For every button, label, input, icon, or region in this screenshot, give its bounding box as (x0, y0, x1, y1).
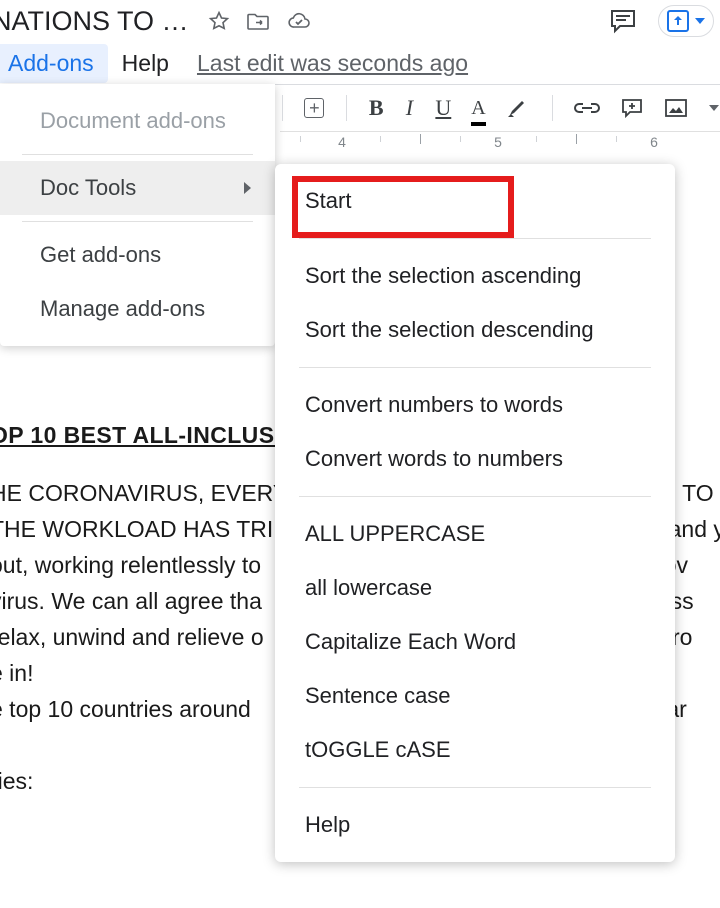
text-color-button[interactable]: A (471, 94, 485, 122)
submenu-sort-desc[interactable]: Sort the selection descending (275, 303, 675, 357)
upload-icon (667, 10, 689, 32)
menu-addons[interactable]: Add-ons (0, 44, 108, 83)
star-icon[interactable] (207, 9, 231, 33)
submenu-uppercase[interactable]: ALL UPPERCASE (275, 507, 675, 561)
add-comment-button[interactable] (620, 94, 644, 122)
submenu-capitalize-each[interactable]: Capitalize Each Word (275, 615, 675, 669)
menu-document-addons[interactable]: Document add-ons (0, 94, 275, 148)
menu-doc-tools[interactable]: Doc Tools (0, 161, 275, 215)
insert-image-button[interactable] (664, 94, 688, 122)
submenu-lowercase[interactable]: all lowercase (275, 561, 675, 615)
underline-button[interactable]: U (435, 94, 451, 122)
submenu-help[interactable]: Help (275, 798, 675, 852)
submenu-start[interactable]: Start (275, 174, 675, 228)
chevron-right-icon (244, 182, 251, 194)
submenu-sentence-case[interactable]: Sentence case (275, 669, 675, 723)
insert-link-button[interactable] (574, 94, 600, 122)
menu-help[interactable]: Help (108, 44, 183, 83)
submenu-words-to-num[interactable]: Convert words to numbers (275, 432, 675, 486)
share-button[interactable] (658, 5, 714, 37)
italic-button[interactable]: I (404, 94, 416, 122)
menu-get-addons[interactable]: Get add-ons (0, 228, 275, 282)
cloud-status-icon[interactable] (285, 9, 313, 33)
chevron-down-icon[interactable] (708, 94, 720, 122)
document-title[interactable]: NATIONS TO … (0, 6, 189, 37)
menu-manage-addons[interactable]: Manage add-ons (0, 282, 275, 336)
ruler: 4 5 6 (280, 131, 720, 161)
bold-button[interactable]: B (369, 94, 384, 122)
submenu-sort-asc[interactable]: Sort the selection ascending (275, 249, 675, 303)
doc-tools-submenu: Start Sort the selection ascending Sort … (275, 164, 675, 862)
chevron-down-icon (695, 18, 705, 24)
menubar: Add-ons Help Last edit was seconds ago (0, 42, 720, 84)
add-button[interactable]: + (304, 94, 324, 122)
submenu-num-to-words[interactable]: Convert numbers to words (275, 378, 675, 432)
move-icon[interactable] (245, 9, 271, 33)
comment-history-icon[interactable] (608, 7, 638, 35)
submenu-toggle-case[interactable]: tOGGLE cASE (275, 723, 675, 777)
highlight-button[interactable] (506, 94, 530, 122)
last-edit-link[interactable]: Last edit was seconds ago (197, 50, 468, 77)
addons-dropdown: Document add-ons Doc Tools Get add-ons M… (0, 84, 275, 346)
